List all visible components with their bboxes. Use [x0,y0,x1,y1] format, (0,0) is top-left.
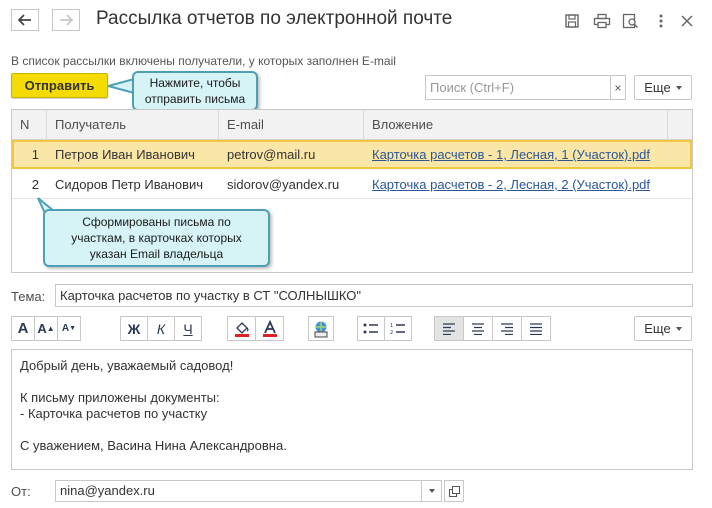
insert-image-button[interactable] [308,316,334,341]
chevron-down-icon [675,326,682,331]
font-decrease-icon: A [61,323,70,334]
open-window-icon [448,485,460,497]
table-row[interactable]: 2 Сидоров Петр Иванович sidorov@yandex.r… [12,170,692,199]
arrow-left-icon [18,14,31,26]
align-center-icon [472,322,484,335]
background-color-button[interactable] [227,316,256,341]
forward-button[interactable] [52,9,80,31]
image-icon [314,321,328,337]
increase-font-button[interactable]: A ▲ [34,316,58,341]
search-input[interactable] [426,76,610,99]
window-title: Рассылка отчетов по электронной почте [96,8,453,29]
row-number: 1 [31,147,39,162]
bullet-list-button[interactable] [357,316,385,341]
message-line: Добрый день, уважаемый садовод! [20,358,234,373]
bold-button[interactable]: Ж [120,316,148,341]
underline-button[interactable]: Ч [174,316,202,341]
column-header-n[interactable]: N [12,110,47,140]
recipient-name: Петров Иван Иванович [55,147,195,162]
recipient-email: sidorov@yandex.ru [227,177,340,192]
send-button[interactable]: Отправить [11,73,108,98]
color-group [227,316,284,341]
column-header-attachment[interactable]: Вложение [364,110,668,140]
align-right-icon [501,322,513,335]
font-color-icon [262,319,277,337]
list-group: 12 [357,316,412,341]
message-line [20,422,684,438]
svg-text:1: 1 [390,323,393,329]
search-field[interactable]: × [425,75,626,100]
subject-label: Тема: [11,289,46,304]
italic-button[interactable]: К [147,316,175,341]
table-header: N Получатель E-mail Вложение [12,110,692,140]
recipient-name: Сидоров Петр Иванович [55,177,204,192]
message-line [20,374,684,390]
attachment-link[interactable]: Карточка расчетов - 1, Лесная, 1 (Участо… [364,140,684,169]
recipient-email: petrov@mail.ru [227,147,316,162]
font-style-button[interactable]: A [11,316,35,341]
preview-icon[interactable] [621,11,641,31]
chevron-down-icon [675,85,682,90]
column-header-recipient[interactable]: Получатель [47,110,219,140]
search-clear-button[interactable]: × [610,76,625,99]
align-justify-button[interactable] [521,316,551,341]
format-more-button[interactable]: Еще [634,316,692,341]
numbered-list-icon: 12 [390,323,405,336]
more-button[interactable]: Еще [634,75,692,100]
svg-text:2: 2 [390,330,393,336]
message-line: К письму приложены документы: [20,390,220,405]
align-left-icon [443,322,455,335]
from-value: nina@yandex.ru [60,483,155,498]
paint-bucket-icon [234,321,249,337]
from-dropdown-button[interactable] [421,481,441,501]
from-open-button[interactable] [444,480,464,502]
message-line: С уважением, Васина Нина Александровна. [20,438,287,453]
more-menu-icon[interactable] [651,11,671,31]
font-letter-icon: A [17,320,29,337]
arrow-right-icon [60,14,73,26]
back-button[interactable] [11,9,39,31]
print-icon[interactable] [592,11,612,31]
align-justify-icon [530,322,542,335]
message-body[interactable]: Добрый день, уважаемый садовод! К письму… [11,349,693,470]
send-callout: Нажмите, чтобы отправить письма [132,71,258,111]
bullet-list-icon [363,323,378,333]
align-left-button[interactable] [434,316,464,341]
text-style-group: Ж К Ч [120,316,202,341]
font-size-group: A A ▲ A ▼ [11,316,81,341]
align-group [434,316,551,341]
chevron-down-icon [428,489,435,493]
text-color-button[interactable] [255,316,284,341]
save-icon[interactable] [562,11,582,31]
message-line: - Карточка расчетов по участку [20,406,208,421]
decrease-font-button[interactable]: A ▼ [57,316,81,341]
from-label: От: [11,484,31,499]
attachment-link[interactable]: Карточка расчетов - 2, Лесная, 2 (Участо… [364,170,684,199]
subject-input[interactable]: Карточка расчетов по участку в СТ "СОЛНЫ… [55,284,693,307]
align-right-button[interactable] [492,316,522,341]
font-increase-icon: A [37,321,47,336]
from-select[interactable]: nina@yandex.ru [55,480,442,502]
numbered-list-button[interactable]: 12 [384,316,412,341]
close-icon[interactable] [677,11,697,31]
table-row[interactable]: 1 Петров Иван Иванович petrov@mail.ru Ка… [12,140,692,169]
column-header-email[interactable]: E-mail [219,110,364,140]
recipients-hint: В список рассылки включены получатели, у… [11,54,396,68]
table-callout: Сформированы письма по участкам, в карто… [43,209,270,267]
align-center-button[interactable] [463,316,493,341]
insert-image-group [308,316,334,341]
